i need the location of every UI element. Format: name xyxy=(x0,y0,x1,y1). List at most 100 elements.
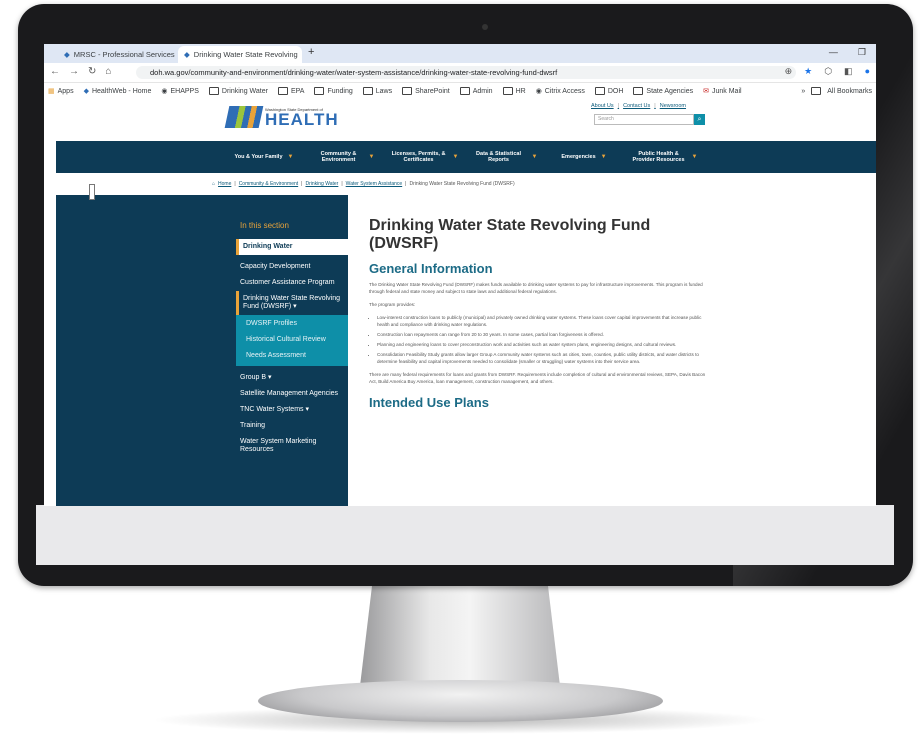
search-icon[interactable]: ⌕ xyxy=(694,114,705,125)
folder-icon xyxy=(314,87,325,95)
nav-licenses[interactable]: Licenses, Permits, & Certificates ▼ xyxy=(384,141,464,173)
bookmark-state-agencies[interactable]: State Agencies xyxy=(633,87,693,95)
bookmark-ehapps[interactable]: ◉ EHAPPS xyxy=(161,87,199,96)
bookmarks-bar: ▦ Apps ◆ HealthWeb - Home ◉ EHAPPS Drinking… xyxy=(44,83,876,100)
breadcrumb-drinking-water[interactable]: Drinking Water xyxy=(305,181,338,187)
sidebar-item-marketing-resources[interactable]: Water System Marketing Resources xyxy=(236,434,348,458)
home-icon[interactable]: ⌂ xyxy=(105,66,111,77)
chevron-down-icon: ▼ xyxy=(452,154,459,160)
chevron-down-icon: ▼ xyxy=(368,154,375,160)
nav-label: Data & Statistical Reports xyxy=(476,151,521,163)
nav-you-family[interactable]: You & Your Family ▼ xyxy=(224,141,304,173)
screen: ◆ MRSC - Professional Services C ✕ ◆ Dri… xyxy=(44,44,876,506)
bookmark-label: DOH xyxy=(607,87,624,95)
bookmark-label: Laws xyxy=(375,87,393,95)
globe-icon: ◉ xyxy=(161,88,168,95)
scroll-handle-icon[interactable] xyxy=(89,184,95,200)
bookmark-label: Citrix Access xyxy=(544,87,585,95)
sidebar-item-tnc-water-systems[interactable]: TNC Water Systems ▾ xyxy=(236,402,348,418)
sidebar-item-historical-cultural-review[interactable]: Historical Cultural Review xyxy=(236,332,348,348)
site-header: Washington State Department of HEALTH Ab… xyxy=(44,99,876,135)
bookmark-doh[interactable]: DOH xyxy=(594,87,624,95)
folder-icon xyxy=(208,87,219,95)
chevron-down-icon: ▼ xyxy=(600,154,607,160)
window-controls: — ❐ xyxy=(829,47,866,58)
bookmark-funding[interactable]: Funding xyxy=(314,87,353,95)
bookmark-healthweb[interactable]: ◆ HealthWeb - Home xyxy=(84,87,152,96)
back-icon[interactable]: ← xyxy=(50,66,60,77)
sidebar-item-training[interactable]: Training xyxy=(236,418,348,434)
intro-paragraph: The Drinking Water State Revolving Fund … xyxy=(369,282,703,294)
nav-public-health[interactable]: Public Health & Provider Resources ▼ xyxy=(624,141,704,173)
zoom-icon[interactable]: ⊕ xyxy=(785,66,793,77)
more-bookmarks-icon[interactable]: » xyxy=(801,88,805,95)
address-actions: ⊕ ★ ⬡ ◧ ● xyxy=(785,66,870,77)
bookmark-laws[interactable]: Laws xyxy=(362,87,393,95)
all-bookmarks[interactable]: All Bookmarks xyxy=(827,88,872,95)
folder-icon xyxy=(277,87,288,95)
minimize-icon[interactable]: — xyxy=(829,47,838,58)
home-icon[interactable]: ⌂ xyxy=(212,181,215,187)
bookmark-label: Drinking Water xyxy=(221,87,268,95)
sidebar-item-capacity-development[interactable]: Capacity Development xyxy=(236,259,348,275)
bookmark-label: Junk Mail xyxy=(712,87,742,95)
logo-big-text: HEALTH xyxy=(265,109,339,129)
bookmark-drinking-water[interactable]: Drinking Water xyxy=(208,87,268,95)
bookmark-label: Apps xyxy=(57,87,74,95)
section-sidebar: In this section Drinking Water Capacity … xyxy=(56,195,348,506)
folder-icon xyxy=(633,87,644,95)
sidebar-item-satellite-management[interactable]: Satellite Management Agencies xyxy=(236,386,348,402)
sidebar-item-group-b[interactable]: Group B ▾ xyxy=(236,370,348,386)
bookmark-citrix[interactable]: ◉ Citrix Access xyxy=(536,87,585,96)
breadcrumb-community[interactable]: Community & Environment xyxy=(239,181,298,187)
sidebar-item-dwsrf[interactable]: Drinking Water State Revolving Fund (DWS… xyxy=(236,291,348,315)
chevron-down-icon: ▼ xyxy=(531,154,538,160)
bookmark-sharepoint[interactable]: SharePoint xyxy=(402,87,450,95)
logo-text: Washington State Department of HEALTH xyxy=(265,107,339,128)
nav-data[interactable]: Data & Statistical Reports ▼ xyxy=(464,141,544,173)
about-us-link[interactable]: About Us xyxy=(591,103,614,109)
nav-community[interactable]: Community & Environment ▼ xyxy=(304,141,384,173)
sidepanel-icon[interactable]: ◧ xyxy=(844,66,853,77)
newsroom-link[interactable]: Newsroom xyxy=(660,103,686,109)
new-tab-icon[interactable]: + xyxy=(308,46,314,58)
bookmark-label: State Agencies xyxy=(646,87,694,95)
bookmark-label: HealthWeb - Home xyxy=(91,87,152,95)
bookmark-label: EPA xyxy=(290,87,305,95)
bookmark-hr[interactable]: HR xyxy=(502,87,526,95)
monitor-stand-neck xyxy=(360,586,560,686)
bookmark-junk-mail[interactable]: ✉ Junk Mail xyxy=(703,87,742,96)
url-field[interactable]: doh.wa.gov/community-and-environment/dri… xyxy=(136,66,796,79)
monitor-chin xyxy=(36,505,894,565)
site-search-input[interactable]: Search xyxy=(594,114,694,125)
bookmark-epa[interactable]: EPA xyxy=(277,87,305,95)
breadcrumb-home[interactable]: Home xyxy=(218,181,231,187)
nav-emergencies[interactable]: Emergencies ▼ xyxy=(544,141,624,173)
forward-icon[interactable]: → xyxy=(69,66,79,77)
list-item: Consolidation Feasibility Study grants a… xyxy=(377,351,709,365)
sidebar-item-needs-assessment[interactable]: Needs Assessment xyxy=(236,348,348,366)
tab-dwsrf[interactable]: ◆ Drinking Water State Revolving ✕ xyxy=(178,46,302,63)
sidebar-item-customer-assistance[interactable]: Customer Assistance Program xyxy=(236,275,348,291)
sidebar-item-drinking-water[interactable]: Drinking Water xyxy=(236,239,348,255)
bookmark-apps[interactable]: ▦ Apps xyxy=(48,87,74,96)
contact-us-link[interactable]: Contact Us xyxy=(623,103,650,109)
doh-logo[interactable]: Washington State Department of HEALTH xyxy=(224,106,339,128)
star-icon[interactable]: ★ xyxy=(804,66,812,77)
sidebar-item-dwsrf-profiles[interactable]: DWSRF Profiles xyxy=(236,315,348,332)
bookmark-admin[interactable]: Admin xyxy=(459,87,493,95)
restore-icon[interactable]: ❐ xyxy=(858,47,866,58)
breadcrumb: ⌂ Home | Community & Environment | Drinkin… xyxy=(212,181,515,187)
bookmark-label: Funding xyxy=(327,87,353,95)
sidebar-list: Drinking Water Capacity Development Cust… xyxy=(236,239,348,458)
doh-logo-mark-icon xyxy=(224,106,264,128)
reload-icon[interactable]: ↻ xyxy=(88,66,96,77)
folder-icon xyxy=(594,87,605,95)
tab-mrsc[interactable]: ◆ MRSC - Professional Services C ✕ xyxy=(58,46,176,63)
general-information-heading: General Information xyxy=(369,261,493,276)
extensions-icon[interactable]: ⬡ xyxy=(824,66,832,77)
mail-icon: ✉ xyxy=(703,88,709,95)
breadcrumb-water-system-assistance[interactable]: Water System Assistance xyxy=(346,181,403,187)
program-list: Low-interest construction loans to publi… xyxy=(369,314,709,365)
profile-icon[interactable]: ● xyxy=(865,66,870,77)
